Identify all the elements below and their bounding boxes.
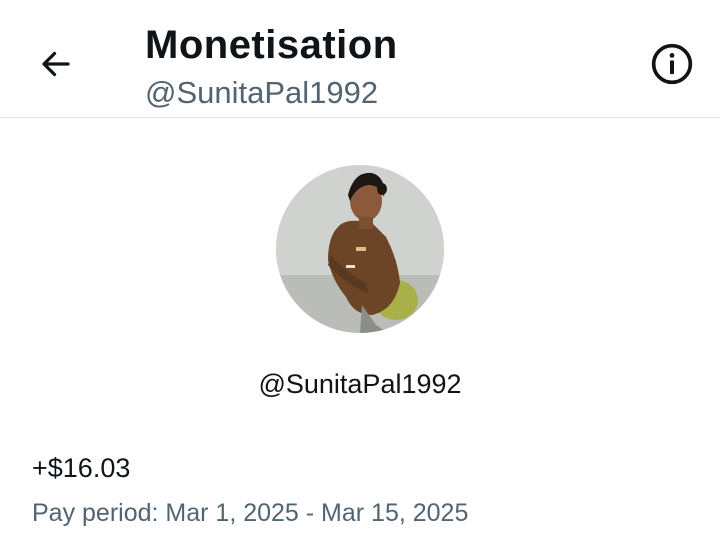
info-button[interactable] (646, 38, 698, 90)
earnings-amount: +$16.03 (32, 453, 131, 483)
pay-period: Pay period: Mar 1, 2025 - Mar 15, 2025 (32, 499, 469, 527)
top-bar: Monetisation @SunitaPal1992 (0, 0, 720, 118)
page-title: Monetisation (145, 23, 398, 67)
profile-handle: @SunitaPal1992 (258, 369, 462, 399)
avatar (276, 165, 444, 333)
info-icon (651, 43, 693, 85)
back-button[interactable] (28, 36, 84, 92)
profile-photo (276, 165, 444, 333)
page-subtitle-handle: @SunitaPal1992 (145, 75, 379, 110)
back-arrow-icon (42, 51, 70, 77)
